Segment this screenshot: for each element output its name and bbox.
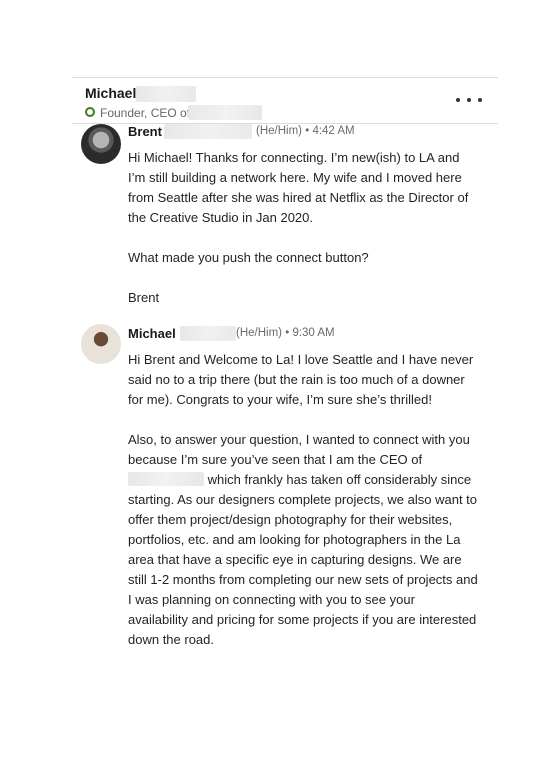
contact-name[interactable]: Michael: [85, 85, 136, 101]
online-ring-icon: [85, 107, 95, 117]
message-time: 4:42 AM: [312, 125, 355, 137]
message-body: Hi Michael! Thanks for connecting. I’m n…: [128, 148, 478, 308]
redacted-surname: [136, 86, 196, 102]
contact-headline: Founder, CEO of: [100, 106, 191, 120]
message-paragraph: Hi Michael! Thanks for connecting. I’m n…: [128, 150, 469, 225]
pronouns: (He/Him): [236, 327, 282, 339]
redacted-company: [128, 472, 204, 486]
more-options-button[interactable]: [456, 93, 482, 107]
redacted-surname: [180, 326, 236, 341]
sender-name[interactable]: Brent: [128, 124, 162, 139]
pronouns: (He/Him): [256, 125, 302, 137]
more-horizontal-icon: [467, 98, 471, 102]
message-meta: (He/Him) • 4:42 AM: [256, 125, 355, 137]
message-paragraph: Brent: [128, 290, 160, 305]
message-text: which frankly has taken off considerably…: [128, 472, 478, 647]
conversation-panel: Michael Founder, CEO of Brent (He/Him) •…: [72, 77, 498, 697]
separator: •: [305, 125, 310, 137]
message-meta: (He/Him) • 9:30 AM: [236, 327, 335, 339]
conversation-header: Michael Founder, CEO of: [72, 77, 498, 124]
separator: •: [285, 327, 290, 339]
sender-name[interactable]: Michael: [128, 326, 176, 341]
message-time: 9:30 AM: [292, 327, 335, 339]
message-text: Also, to answer your question, I wanted …: [128, 432, 470, 467]
message-paragraph: Hi Brent and Welcome to La! I love Seatt…: [128, 352, 474, 407]
avatar[interactable]: [81, 124, 121, 164]
message-body: Hi Brent and Welcome to La! I love Seatt…: [128, 350, 478, 650]
more-horizontal-icon: [478, 98, 482, 102]
redacted-surname: [164, 124, 252, 139]
avatar[interactable]: [81, 324, 121, 364]
more-horizontal-icon: [456, 98, 460, 102]
message-paragraph: What made you push the connect button?: [128, 250, 369, 265]
message-paragraph: Also, to answer your question, I wanted …: [128, 430, 478, 650]
redacted-company: [188, 105, 262, 120]
